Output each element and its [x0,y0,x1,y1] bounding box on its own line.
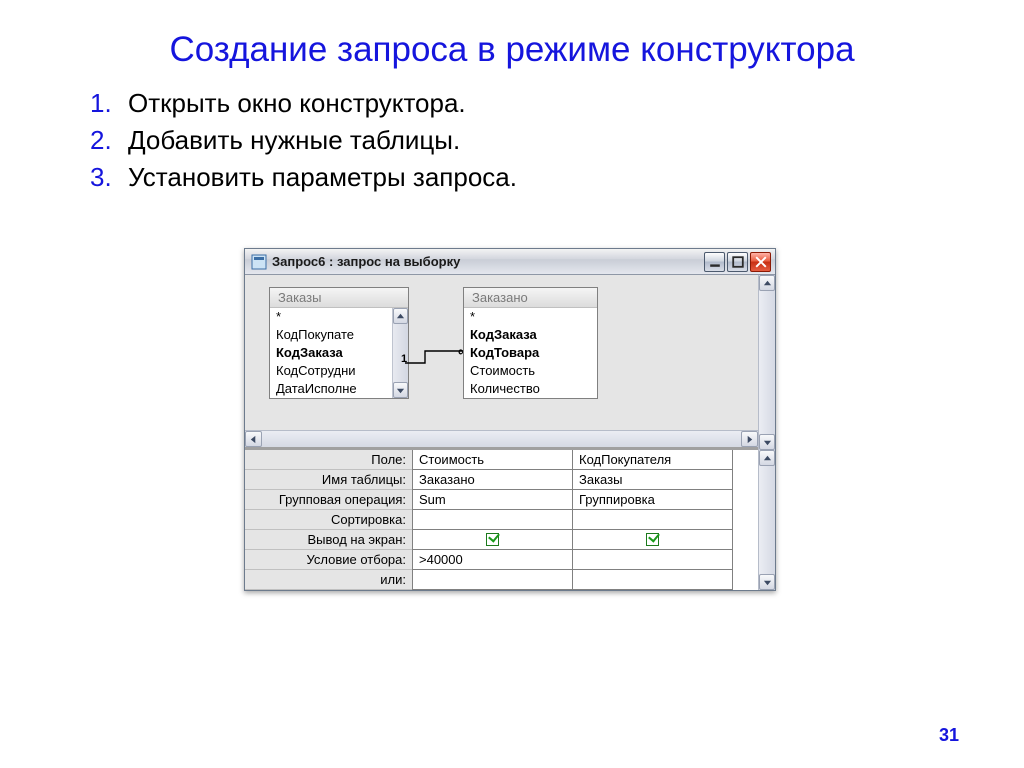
scroll-down-icon[interactable] [759,434,775,450]
row-label-or: или: [245,570,412,590]
grid-v-scrollbar[interactable] [758,450,775,590]
row-label-field: Поле: [245,450,412,470]
cell-or[interactable] [573,570,732,590]
cell-show[interactable] [573,530,732,550]
field-row[interactable]: ДатаИсполне [270,380,408,398]
scroll-down-icon[interactable] [393,382,408,398]
field-row[interactable]: * [270,308,408,326]
scroll-up-icon[interactable] [759,275,775,291]
grid-column-2[interactable]: КодПокупателя Заказы Группировка [573,450,733,590]
row-label-total: Групповая операция: [245,490,412,510]
cell-criteria[interactable] [573,550,732,570]
field-row[interactable]: Стоимость [464,362,597,380]
table-box-orders[interactable]: Заказы * КодПокупате КодЗаказа КодСотруд… [269,287,409,399]
pane-h-scrollbar[interactable] [245,430,758,447]
scroll-up-icon[interactable] [393,308,408,324]
relationship-line[interactable]: 1 ∞ [405,345,465,375]
step-item: Открыть окно конструктора. [90,88,954,119]
field-row[interactable]: КодЗаказа [270,344,408,362]
scroll-down-icon[interactable] [759,574,775,590]
query-design-grid: Поле: Имя таблицы: Групповая операция: С… [245,450,775,590]
cell-sort[interactable] [413,510,572,530]
query-window: Запрос6 : запрос на выборку Заказы * Код… [244,248,776,591]
grid-row-labels: Поле: Имя таблицы: Групповая операция: С… [245,450,413,590]
cell-or[interactable] [413,570,572,590]
app-icon [251,254,267,270]
cell-total[interactable]: Группировка [573,490,732,510]
row-label-sort: Сортировка: [245,510,412,530]
page-number: 31 [939,725,959,746]
cell-sort[interactable] [573,510,732,530]
table-header: Заказано [464,288,597,308]
cell-total[interactable]: Sum [413,490,572,510]
cell-field[interactable]: Стоимость [413,450,572,470]
window-titlebar[interactable]: Запрос6 : запрос на выборку [245,249,775,275]
step-item: Добавить нужные таблицы. [90,125,954,156]
scroll-right-icon[interactable] [741,431,758,447]
pane-v-scrollbar[interactable] [758,275,775,450]
scroll-left-icon[interactable] [245,431,262,447]
slide-title: Создание запроса в режиме конструктора [70,30,954,70]
window-title: Запрос6 : запрос на выборку [272,254,702,269]
field-row[interactable]: КодСотрудни [270,362,408,380]
step-item: Установить параметры запроса. [90,162,954,193]
minimize-button[interactable] [704,252,725,272]
field-row[interactable]: * [464,308,597,326]
designer-upper-pane: Заказы * КодПокупате КодЗаказа КодСотруд… [245,275,775,450]
row-label-criteria: Условие отбора: [245,550,412,570]
cell-table[interactable]: Заказано [413,470,572,490]
cell-table[interactable]: Заказы [573,470,732,490]
cell-show[interactable] [413,530,572,550]
close-button[interactable] [750,252,771,272]
grid-column-1[interactable]: Стоимость Заказано Sum >40000 [413,450,573,590]
scroll-up-icon[interactable] [759,450,775,466]
field-row[interactable]: Количество [464,380,597,398]
relation-one-label: 1 [401,353,407,365]
checkbox-icon[interactable] [486,533,499,546]
maximize-button[interactable] [727,252,748,272]
table-header: Заказы [270,288,408,308]
cell-criteria[interactable]: >40000 [413,550,572,570]
field-row[interactable]: КодПокупате [270,326,408,344]
table-box-ordered[interactable]: Заказано * КодЗаказа КодТовара Стоимость… [463,287,598,399]
checkbox-icon[interactable] [646,533,659,546]
cell-field[interactable]: КодПокупателя [573,450,732,470]
steps-list: Открыть окно конструктора. Добавить нужн… [70,88,954,193]
row-label-table: Имя таблицы: [245,470,412,490]
field-row[interactable]: КодТовара [464,344,597,362]
field-row[interactable]: КодЗаказа [464,326,597,344]
row-label-show: Вывод на экран: [245,530,412,550]
